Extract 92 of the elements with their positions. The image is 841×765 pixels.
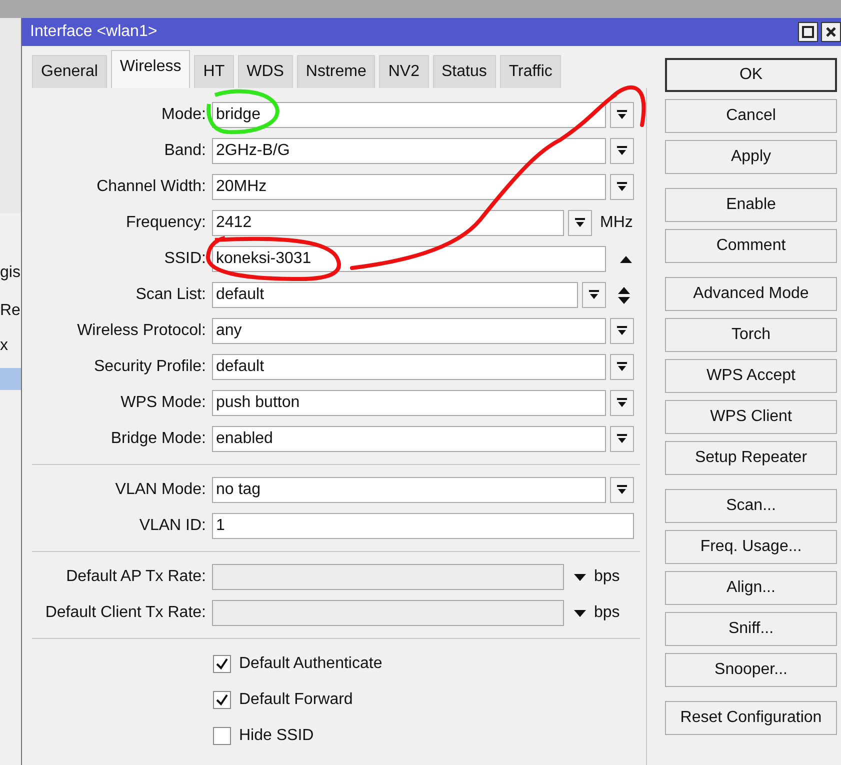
- input-field[interactable]: koneksi-3031: [212, 246, 606, 272]
- field-label: VLAN ID:: [138, 516, 206, 536]
- dropdown-arrow-icon[interactable]: [574, 608, 586, 618]
- input-field[interactable]: 20MHz: [212, 174, 606, 200]
- tab[interactable]: Nstreme: [296, 55, 376, 88]
- unit-label: bps: [594, 567, 620, 587]
- input-field[interactable]: bridge: [212, 102, 606, 128]
- dropdown-button[interactable]: [610, 174, 634, 200]
- tab[interactable]: General: [32, 55, 107, 88]
- background-text: gis: [0, 263, 21, 283]
- input-field[interactable]: push button: [212, 390, 606, 416]
- input-field[interactable]: any: [212, 318, 606, 344]
- field-label: Wireless Protocol:: [76, 321, 206, 341]
- dialog-button[interactable]: Torch: [665, 318, 837, 352]
- dialog-button[interactable]: Apply: [665, 140, 837, 174]
- up-down-arrow-icon[interactable]: [618, 286, 630, 304]
- dialog-button[interactable]: Advanced Mode: [665, 277, 837, 311]
- close-icon: [825, 26, 837, 38]
- dropdown-button[interactable]: [610, 390, 634, 416]
- dropdown-icon: [617, 434, 627, 444]
- dialog-button[interactable]: Sniff...: [665, 612, 837, 646]
- dropdown-icon: [617, 326, 627, 336]
- dropdown-button[interactable]: [610, 354, 634, 380]
- tab[interactable]: HT: [194, 55, 234, 88]
- tab[interactable]: Traffic: [500, 55, 562, 88]
- dropdown-icon: [617, 146, 627, 156]
- dropdown-arrow-icon[interactable]: [574, 572, 586, 582]
- dialog-button[interactable]: Reset Configuration: [665, 701, 837, 735]
- dialog-button[interactable]: Setup Repeater: [665, 441, 837, 475]
- dialog-button[interactable]: Freq. Usage...: [665, 530, 837, 564]
- tab[interactable]: Status: [432, 55, 496, 88]
- input-field[interactable]: enabled: [212, 426, 606, 452]
- field-label: Frequency:: [124, 213, 206, 233]
- dropdown-icon: [617, 398, 627, 408]
- dropdown-icon: [617, 182, 627, 192]
- checkbox[interactable]: [213, 655, 231, 673]
- checkbox[interactable]: [213, 691, 231, 709]
- dropdown-icon: [617, 362, 627, 372]
- input-field[interactable]: no tag: [212, 477, 606, 503]
- collapse-arrow-icon[interactable]: [620, 254, 632, 264]
- input-field[interactable]: default: [212, 282, 578, 308]
- dropdown-button[interactable]: [610, 477, 634, 503]
- field-label: Channel Width:: [96, 177, 206, 197]
- tab[interactable]: WDS: [238, 55, 293, 88]
- unit-label: bps: [594, 603, 620, 623]
- unit-label: MHz: [600, 213, 633, 233]
- checkbox-label: Hide SSID: [239, 726, 314, 746]
- background-text: x: [0, 336, 9, 356]
- window-title: Interface <wlan1>: [30, 22, 158, 42]
- tab[interactable]: NV2: [379, 55, 428, 88]
- field-label: Band:: [163, 141, 206, 161]
- field-label: Mode:: [160, 105, 206, 125]
- dialog-button[interactable]: Comment: [665, 229, 837, 263]
- field-label: WPS Mode:: [120, 393, 206, 413]
- dropdown-icon: [589, 290, 599, 300]
- dialog-button[interactable]: Scan...: [665, 489, 837, 523]
- selected-row: [0, 368, 21, 390]
- checkbox-label: Default Authenticate: [239, 654, 382, 674]
- field-label: Bridge Mode:: [110, 429, 206, 449]
- background-text: Re: [0, 301, 21, 321]
- dialog-button[interactable]: Align...: [665, 571, 837, 605]
- checkbox-label: Default Forward: [239, 690, 353, 710]
- input-field[interactable]: 1: [212, 513, 634, 539]
- dropdown-button[interactable]: [610, 426, 634, 452]
- close-button[interactable]: [821, 22, 841, 42]
- dropdown-button[interactable]: [568, 210, 592, 236]
- maximize-button[interactable]: [798, 22, 818, 42]
- dropdown-icon: [617, 110, 627, 120]
- field-label: SSID:: [163, 249, 206, 269]
- dialog-button[interactable]: Cancel: [665, 99, 837, 133]
- dialog-button[interactable]: WPS Accept: [665, 359, 837, 393]
- field-label: Scan List:: [134, 285, 206, 305]
- dialog-button[interactable]: OK: [665, 58, 837, 92]
- dialog-button[interactable]: WPS Client: [665, 400, 837, 434]
- dropdown-icon: [575, 218, 585, 228]
- dropdown-button[interactable]: [610, 102, 634, 128]
- input-field[interactable]: 2GHz-B/G: [212, 138, 606, 164]
- field-label: Default AP Tx Rate:: [65, 567, 206, 587]
- checkbox[interactable]: [213, 727, 231, 745]
- dialog-button[interactable]: Enable: [665, 188, 837, 222]
- input-field[interactable]: 2412: [212, 210, 564, 236]
- dropdown-icon: [617, 485, 627, 495]
- field-label: Default Client Tx Rate:: [44, 603, 206, 623]
- field-label: Security Profile:: [92, 357, 206, 377]
- dropdown-button[interactable]: [610, 138, 634, 164]
- dropdown-button[interactable]: [610, 318, 634, 344]
- dropdown-button[interactable]: [582, 282, 606, 308]
- maximize-icon: [802, 26, 814, 38]
- field-label: VLAN Mode:: [114, 480, 206, 500]
- dialog-button[interactable]: Snooper...: [665, 653, 837, 687]
- input-field[interactable]: default: [212, 354, 606, 380]
- tab[interactable]: Wireless: [110, 50, 190, 88]
